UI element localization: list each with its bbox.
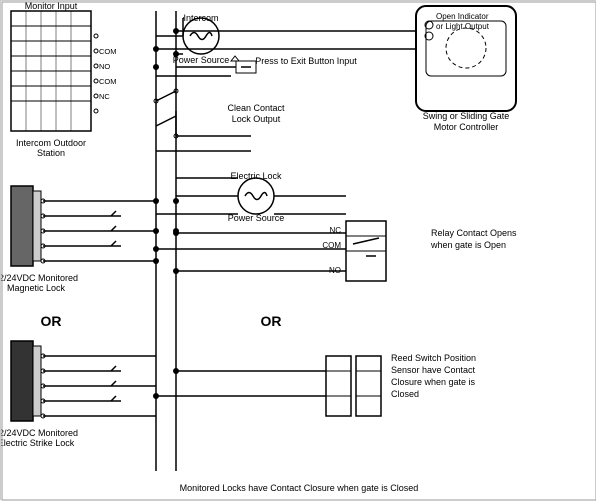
relay-contact-label2: when gate is Open (430, 240, 506, 250)
or-label1: OR (41, 313, 62, 329)
swing-motor-label: Swing or Sliding Gate (423, 111, 510, 121)
intercom-outdoor-label2: Station (37, 148, 65, 158)
open-indicator-label2: or Light Output (436, 22, 490, 31)
electric-strike-label: 12/24VDC Monitored (1, 428, 78, 438)
relay-contact-label: Relay Contact Opens (431, 228, 517, 238)
wiring-diagram: Monitor Input COM NO COM NC Intercom Out… (0, 0, 596, 500)
intercom-power-label: Intercom (183, 13, 218, 23)
clean-contact-label: Clean Contact (227, 103, 285, 113)
reed-switch-label4: Closed (391, 389, 419, 399)
magnetic-lock-label: 12/24VDC Monitored (1, 273, 78, 283)
com-label2: COM (99, 77, 117, 86)
clean-contact-label2: Lock Output (232, 114, 281, 124)
open-indicator-label: Open Indicator (436, 12, 489, 21)
reed-switch-label: Reed Switch Position (391, 353, 476, 363)
swing-motor-label2: Motor Controller (434, 122, 499, 132)
intercom-outdoor-label: Intercom Outdoor (16, 138, 86, 148)
press-to-exit-label: Press to Exit Button Input (255, 56, 357, 66)
reed-switch-label2: Sensor have Contact (391, 365, 476, 375)
no-label1: NO (99, 62, 110, 71)
com-label1: COM (99, 47, 117, 56)
monitored-locks-label: Monitored Locks have Contact Closure whe… (180, 483, 419, 493)
electric-strike-label2: Electric Strike Lock (1, 438, 75, 448)
electric-lock-power-label: Electric Lock (230, 171, 282, 181)
reed-switch-label3: Closure when gate is (391, 377, 476, 387)
or-label2: OR (261, 313, 282, 329)
nc-label1: NC (99, 92, 110, 101)
intercom-power-label2: Power Source (173, 55, 230, 65)
magnetic-lock-label2: Magnetic Lock (7, 283, 66, 293)
